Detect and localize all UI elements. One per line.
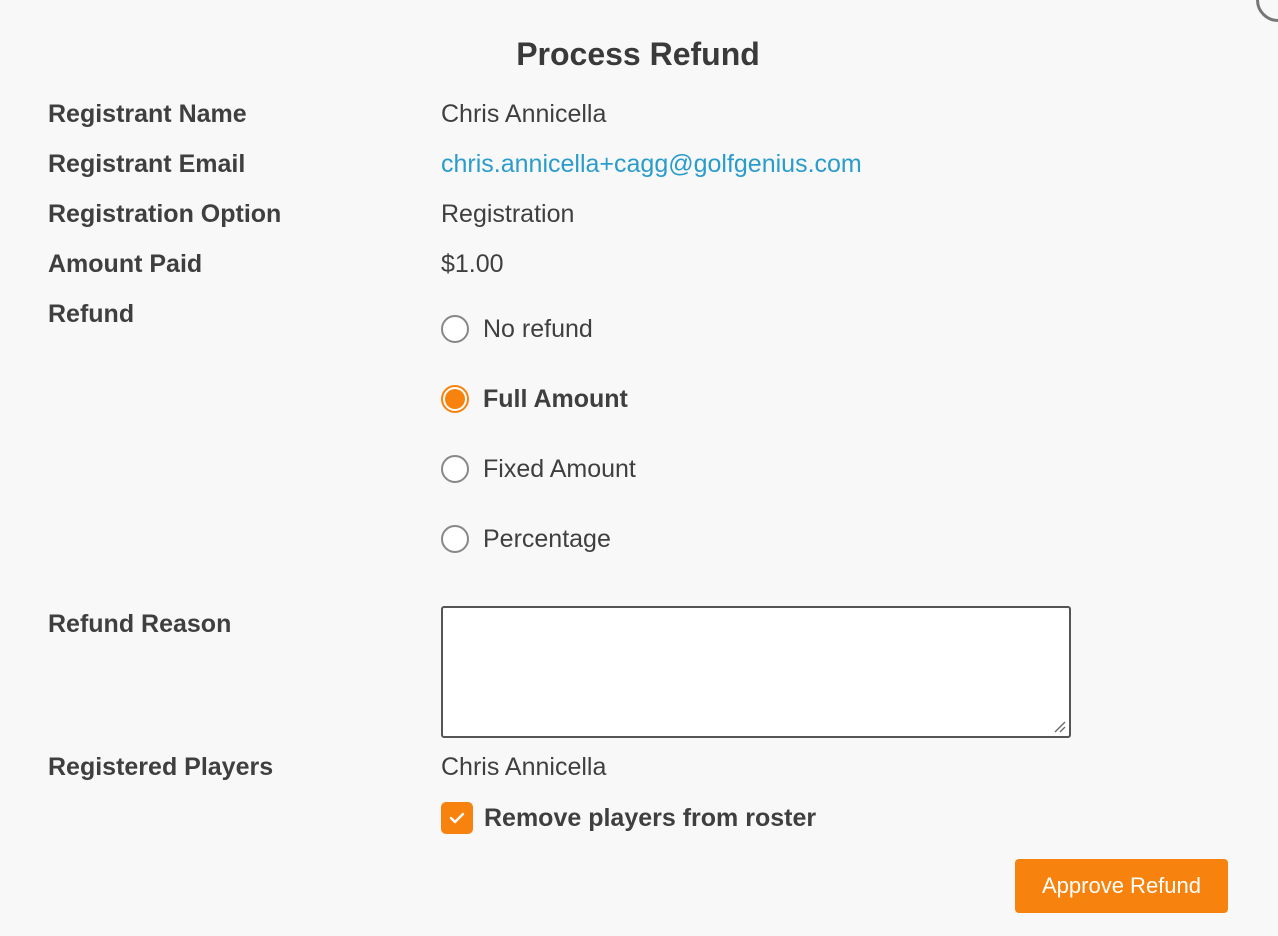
radio-button[interactable] — [441, 525, 469, 553]
radio-button-selected[interactable] — [441, 385, 469, 413]
amount-paid-label: Amount Paid — [48, 250, 203, 278]
remove-players-label: Remove players from roster — [484, 803, 817, 832]
resize-handle-icon[interactable] — [1052, 719, 1066, 733]
refund-reason-label: Refund Reason — [48, 610, 232, 638]
remove-players-checkbox[interactable] — [441, 802, 473, 834]
radio-label: Fixed Amount — [483, 454, 636, 483]
refund-reason-textarea[interactable] — [441, 606, 1071, 738]
registered-players-label: Registered Players — [48, 753, 274, 781]
approve-refund-button[interactable]: Approve Refund — [1015, 859, 1228, 913]
radio-label: Full Amount — [483, 384, 628, 413]
refund-option-no-refund[interactable]: No refund — [441, 312, 593, 346]
radio-button[interactable] — [441, 315, 469, 343]
registration-option-value: Registration — [441, 200, 575, 228]
remove-players-checkbox-row[interactable]: Remove players from roster — [441, 802, 816, 834]
close-icon[interactable] — [1256, 0, 1278, 22]
dialog-title: Process Refund — [516, 36, 760, 72]
refund-option-full-amount[interactable]: Full Amount — [441, 382, 628, 416]
checkmark-icon — [449, 812, 465, 824]
radio-button[interactable] — [441, 455, 469, 483]
process-refund-dialog: Process Refund Registrant Name Chris Ann… — [0, 0, 1278, 936]
registrant-email-label: Registrant Email — [48, 150, 246, 178]
radio-label: Percentage — [483, 524, 611, 553]
registrant-name-value: Chris Annicella — [441, 100, 607, 128]
refund-label: Refund — [48, 300, 135, 328]
registered-player-name: Chris Annicella — [441, 753, 607, 781]
registrant-email-link[interactable]: chris.annicella+cagg@golfgenius.com — [441, 150, 862, 178]
registrant-name-label: Registrant Name — [48, 100, 247, 128]
registration-option-label: Registration Option — [48, 200, 282, 228]
radio-label: No refund — [483, 314, 593, 343]
refund-option-percentage[interactable]: Percentage — [441, 522, 611, 556]
amount-paid-value: $1.00 — [441, 250, 504, 278]
refund-option-fixed-amount[interactable]: Fixed Amount — [441, 452, 636, 486]
